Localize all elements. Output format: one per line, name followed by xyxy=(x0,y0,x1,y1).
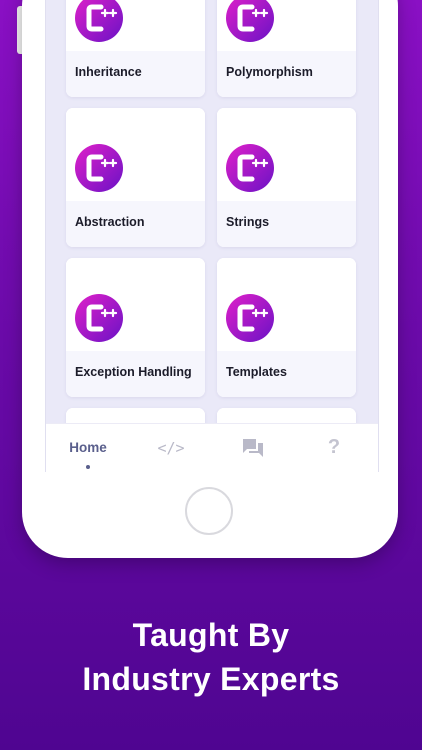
tab-home-label: Home xyxy=(69,440,107,455)
topic-label: Exception Handling xyxy=(75,365,192,379)
topic-label: Strings xyxy=(226,215,270,229)
topic-label: Templates xyxy=(226,365,287,379)
app-screen: Inheritance Polymorphism Abstraction Str… xyxy=(45,0,379,472)
home-button[interactable] xyxy=(185,487,233,535)
topic-label: Inheritance xyxy=(75,65,142,79)
code-icon: </> xyxy=(157,439,185,457)
bottom-tab-bar: Home </> ? xyxy=(46,423,378,472)
topic-card-strings[interactable]: Strings xyxy=(217,108,356,247)
chat-icon xyxy=(243,439,263,457)
topic-card-templates[interactable]: Templates xyxy=(217,258,356,397)
caption-line-2: Industry Experts xyxy=(82,661,340,697)
cpp-logo-icon xyxy=(226,0,274,42)
topic-card-polymorphism[interactable]: Polymorphism xyxy=(217,0,356,97)
cpp-logo-icon xyxy=(226,144,274,192)
topic-card-exception-handling[interactable]: Exception Handling xyxy=(66,258,205,397)
tab-help[interactable]: ? xyxy=(322,424,346,472)
tab-home[interactable]: Home xyxy=(66,424,110,472)
topic-card-inheritance[interactable]: Inheritance xyxy=(66,0,205,97)
help-icon: ? xyxy=(327,436,341,458)
active-indicator xyxy=(86,465,90,469)
tab-code[interactable]: </> xyxy=(156,424,186,472)
cpp-logo-icon xyxy=(226,294,274,342)
caption-line-1: Taught By xyxy=(132,617,290,653)
topic-card-abstraction[interactable]: Abstraction xyxy=(66,108,205,247)
cpp-logo-icon xyxy=(75,294,123,342)
cpp-logo-icon xyxy=(75,0,123,42)
topic-label: Abstraction xyxy=(75,215,145,229)
cpp-logo-icon xyxy=(75,144,123,192)
topic-label: Polymorphism xyxy=(226,65,313,79)
tab-chat[interactable] xyxy=(239,424,267,472)
